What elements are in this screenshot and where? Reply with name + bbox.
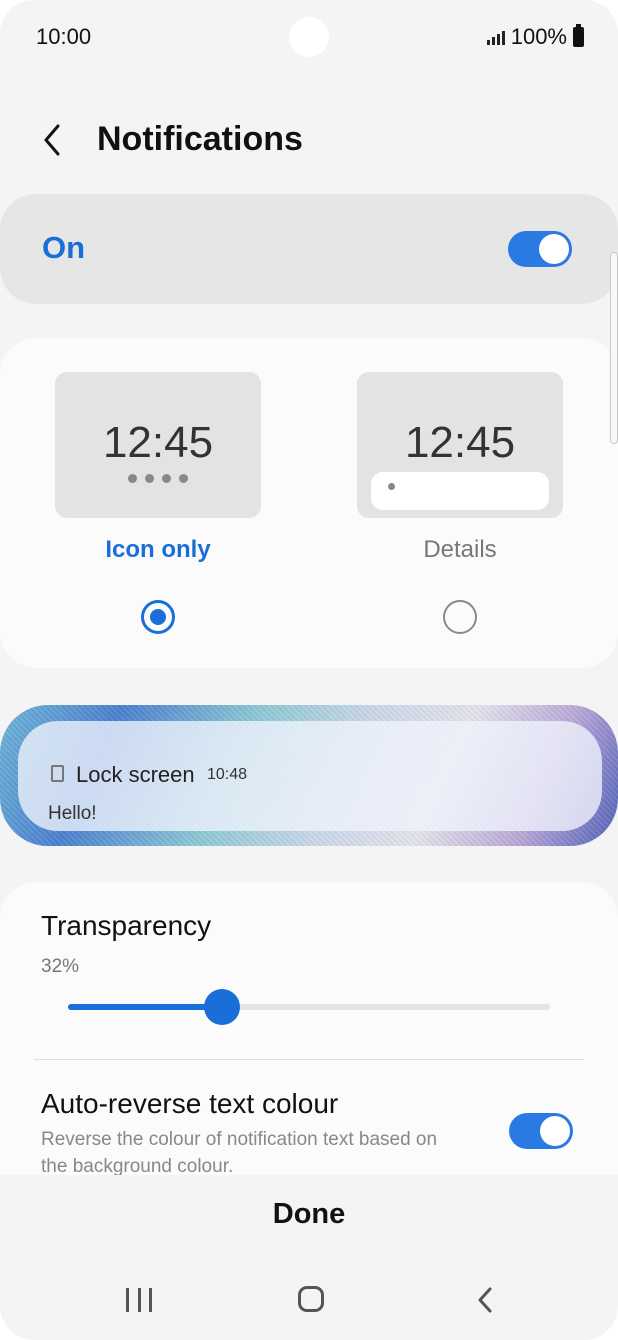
master-toggle-label: On: [42, 230, 86, 265]
notification-style-card: 12:45 Icon only 12:45 Details: [0, 338, 618, 668]
notification-app-name: Lock screen: [76, 762, 195, 787]
status-bar: 10:00 100%: [0, 0, 618, 72]
detail-notification-bar: [371, 472, 549, 510]
preview-clock: 12:45: [404, 418, 516, 467]
done-button[interactable]: Done: [0, 1198, 618, 1231]
master-toggle-row[interactable]: On: [0, 194, 618, 304]
settings-card: Transparency 32% Auto-reverse text colou…: [0, 882, 618, 1175]
transparency-label: Transparency: [41, 910, 212, 941]
auto-reverse-label: Auto-reverse text colour: [41, 1088, 339, 1119]
navigation-bar: [0, 1270, 618, 1330]
slider-thumb[interactable]: [204, 989, 240, 1025]
details-preview[interactable]: 12:45: [357, 372, 563, 518]
recent-apps-icon[interactable]: [126, 1288, 152, 1312]
master-toggle-switch[interactable]: [508, 231, 572, 267]
divider: [34, 1059, 584, 1060]
toggle-knob: [539, 234, 569, 264]
screen: 10:00 100% Notifications On 12:45 Icon o…: [0, 0, 618, 1340]
details-label[interactable]: Details: [357, 536, 563, 564]
signal-icon: [486, 29, 505, 45]
preview-clock: 12:45: [102, 418, 214, 467]
auto-reverse-toggle[interactable]: [509, 1113, 573, 1149]
lock-screen-preview: Lock screen 10:48 Hello!: [0, 705, 618, 846]
home-icon[interactable]: [298, 1286, 324, 1312]
page-title: Notifications: [97, 120, 303, 158]
nav-back-icon[interactable]: [474, 1286, 498, 1314]
toggle-knob: [540, 1116, 570, 1146]
camera-cutout: [289, 17, 329, 57]
slider-fill: [68, 1004, 222, 1010]
notification-message: Hello!: [48, 803, 97, 824]
icon-dots: [128, 474, 188, 483]
battery-icon: [573, 24, 584, 47]
notification-card: Lock screen 10:48 Hello!: [18, 721, 602, 831]
status-time: 10:00: [36, 24, 92, 49]
header: Notifications: [0, 100, 618, 180]
back-arrow-icon[interactable]: [40, 122, 66, 158]
auto-reverse-description: Reverse the colour of notification text …: [41, 1129, 438, 1175]
transparency-value: 32%: [41, 956, 80, 977]
scrollbar[interactable]: [610, 252, 618, 444]
details-radio[interactable]: [443, 600, 477, 634]
transparency-slider[interactable]: [68, 989, 550, 1025]
icon-only-preview[interactable]: 12:45: [55, 372, 261, 518]
lock-screen-app-icon: [51, 765, 64, 782]
icon-only-label[interactable]: Icon only: [55, 536, 261, 564]
battery-percent: 100%: [510, 24, 567, 49]
icon-only-radio[interactable]: [141, 600, 175, 634]
status-right: 100%: [486, 24, 584, 50]
notification-time: 10:48: [207, 766, 248, 783]
